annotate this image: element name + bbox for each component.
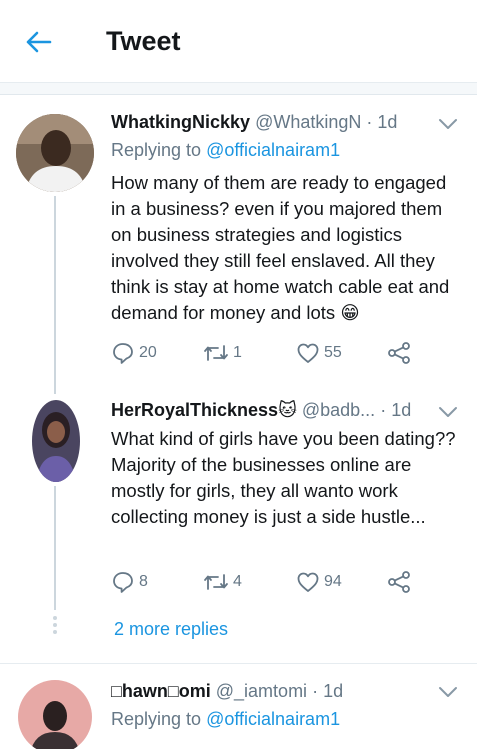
chevron-down-icon[interactable] xyxy=(437,116,459,132)
author-handle[interactable]: @WhatkingN xyxy=(255,112,361,132)
separator-dot: · xyxy=(312,681,319,701)
like-count: 55 xyxy=(324,344,342,361)
like-icon xyxy=(297,572,319,592)
reply-count: 20 xyxy=(139,344,157,361)
thread-line xyxy=(54,196,56,394)
author-name[interactable]: HerRoyalThickness🐱 xyxy=(111,400,297,420)
tweet-time: 1d xyxy=(323,681,344,701)
tweet-time: 1d xyxy=(377,112,398,132)
share-icon xyxy=(388,571,410,593)
avatar[interactable] xyxy=(32,400,80,482)
divider xyxy=(0,83,477,94)
replying-to: Replying to @officialnairam1 xyxy=(111,140,340,161)
reply-icon xyxy=(113,343,133,364)
replying-prefix: Replying to xyxy=(111,709,202,729)
author-name[interactable]: □hawn□omi xyxy=(111,681,211,701)
mention-link[interactable]: @officialnairam1 xyxy=(206,709,340,729)
avatar[interactable] xyxy=(18,680,92,749)
tweet-actions: 8 4 94 xyxy=(111,570,441,596)
tweet-time: 1d xyxy=(391,400,412,420)
more-replies-link[interactable]: 2 more replies xyxy=(114,619,228,640)
divider xyxy=(0,94,477,95)
like-icon xyxy=(297,343,319,363)
share-icon xyxy=(388,342,410,364)
share-button[interactable] xyxy=(386,570,412,594)
like-count: 94 xyxy=(324,573,342,590)
like-button[interactable]: 94 xyxy=(296,570,342,594)
tweet-header: HerRoyalThickness🐱 @badb... · 1d xyxy=(111,400,411,421)
author-handle[interactable]: @badb... xyxy=(302,400,375,420)
reply-button[interactable]: 8 xyxy=(111,570,148,594)
retweet-button[interactable]: 1 xyxy=(203,341,242,365)
like-button[interactable]: 55 xyxy=(296,341,342,365)
tweet-text: What kind of girls have you been dating?… xyxy=(111,428,456,527)
tweet-actions: 20 1 55 xyxy=(111,341,441,367)
thread-dots xyxy=(53,616,57,637)
replying-to: Replying to @officialnairam1 xyxy=(111,709,340,730)
back-button[interactable] xyxy=(20,24,56,60)
retweet-count: 4 xyxy=(233,573,242,590)
page-title: Tweet xyxy=(106,26,181,56)
retweet-icon xyxy=(204,574,228,590)
tweet-text: How many of them are ready to engaged in… xyxy=(111,172,450,323)
tweet-header: □hawn□omi @_iamtomi · 1d xyxy=(111,681,343,702)
avatar[interactable] xyxy=(16,114,94,192)
chevron-down-icon[interactable] xyxy=(437,404,459,420)
thread-line xyxy=(54,486,56,610)
reply-icon xyxy=(113,572,133,593)
back-arrow-icon xyxy=(26,31,52,53)
separator-dot: · xyxy=(380,400,387,420)
top-bar: Tweet xyxy=(0,0,477,82)
separator-dot: · xyxy=(366,112,373,132)
replying-prefix: Replying to xyxy=(111,140,202,160)
reply-count: 8 xyxy=(139,573,148,590)
author-name[interactable]: WhatkingNickky xyxy=(111,112,250,132)
retweet-icon xyxy=(204,345,228,361)
mention-link[interactable]: @officialnairam1 xyxy=(206,140,340,160)
chevron-down-icon[interactable] xyxy=(437,684,459,700)
retweet-button[interactable]: 4 xyxy=(203,570,242,594)
tweet-header: WhatkingNickky @WhatkingN · 1d xyxy=(111,112,397,133)
share-button[interactable] xyxy=(386,341,412,365)
reply-button[interactable]: 20 xyxy=(111,341,157,365)
divider xyxy=(0,663,477,664)
author-handle[interactable]: @_iamtomi xyxy=(216,681,307,701)
retweet-count: 1 xyxy=(233,344,242,361)
